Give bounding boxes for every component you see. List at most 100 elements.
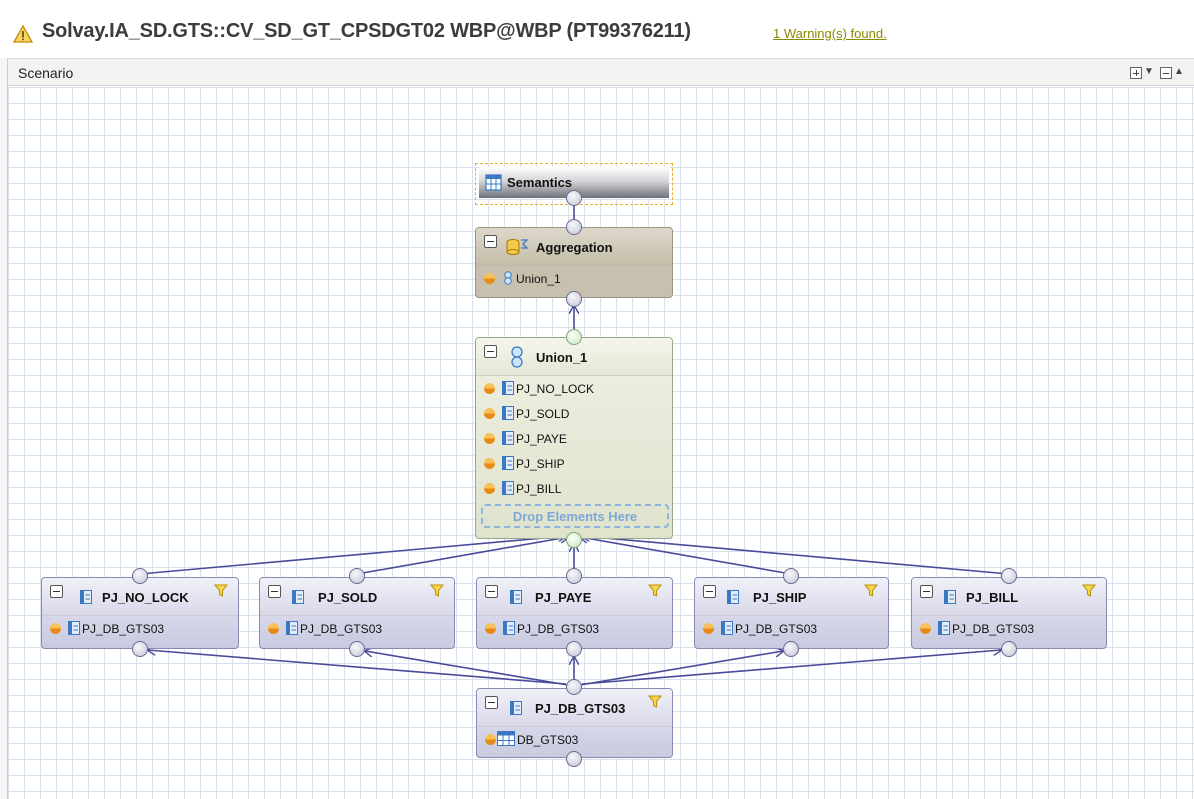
union-output-port[interactable]: [566, 329, 582, 345]
input-state-icon: [920, 623, 931, 634]
projection-title: PJ_SOLD: [318, 590, 378, 605]
filter-icon: [648, 584, 662, 597]
collapse-toggle[interactable]: [268, 585, 281, 598]
union-input-row[interactable]: PJ_SHIP: [476, 451, 672, 476]
aggregation-input-port[interactable]: [566, 291, 582, 307]
filter-icon: [430, 584, 444, 597]
warning-triangle-icon: [13, 25, 33, 43]
collapse-toggle[interactable]: [485, 585, 498, 598]
warnings-link[interactable]: 1 Warning(s) found.: [773, 26, 887, 41]
projection-title: PJ_BILL: [966, 590, 1019, 605]
expand-arrow-icon: ▼: [1144, 66, 1154, 77]
union-input-port[interactable]: [566, 532, 582, 548]
projection-icon: [502, 431, 514, 445]
union-node[interactable]: Union_1 PJ_NO_LOCK PJ_SOLD PJ_PAYE PJ_SH…: [475, 337, 673, 539]
collapse-toggle[interactable]: [920, 585, 933, 598]
projection-icon: [510, 590, 522, 604]
input-state-icon: [484, 383, 495, 394]
drop-elements-zone[interactable]: Drop Elements Here: [481, 504, 669, 528]
input-label: DB_GTS03: [517, 733, 579, 747]
aggregation-node[interactable]: Aggregation Union_1: [475, 227, 673, 298]
pj-bill-output-port[interactable]: [1001, 568, 1017, 584]
pj-ship-input-port[interactable]: [783, 641, 799, 657]
projection-icon: [502, 381, 514, 395]
union-input-row[interactable]: PJ_SOLD: [476, 401, 672, 426]
projection-node-pj-no-lock[interactable]: PJ_NO_LOCK PJ_DB_GTS03: [41, 577, 239, 649]
union-title: Union_1: [536, 350, 588, 365]
projection-input-row[interactable]: DB_GTS03: [477, 727, 672, 752]
projection-title: PJ_NO_LOCK: [102, 590, 189, 605]
projection-icon: [510, 701, 522, 715]
projection-icon: [502, 481, 514, 495]
projection-node-pj-ship[interactable]: PJ_SHIP PJ_DB_GTS03: [694, 577, 889, 649]
input-label: PJ_DB_GTS03: [300, 622, 383, 636]
union-input-row[interactable]: PJ_NO_LOCK: [476, 376, 672, 401]
collapse-all-icon[interactable]: [1160, 67, 1172, 79]
projection-title: PJ_SHIP: [753, 590, 807, 605]
pj-no-lock-input-port[interactable]: [132, 641, 148, 657]
left-edge: [0, 58, 8, 799]
projection-input-row[interactable]: PJ_DB_GTS03: [912, 616, 1106, 641]
pj-ship-output-port[interactable]: [783, 568, 799, 584]
projection-input-row[interactable]: PJ_DB_GTS03: [695, 616, 888, 641]
input-state-icon: [485, 734, 496, 745]
aggregation-icon: [506, 239, 528, 255]
projection-icon: [80, 590, 92, 604]
editor-title-bar: Solvay.IA_SD.GTS::CV_SD_GT_CPSDGT02 WBP@…: [0, 0, 1194, 58]
pj-sold-output-port[interactable]: [349, 568, 365, 584]
semantics-input-port[interactable]: [566, 190, 582, 206]
pj-sold-input-port[interactable]: [349, 641, 365, 657]
aggregation-input-row[interactable]: Union_1: [476, 266, 672, 291]
projection-node-pj-bill[interactable]: PJ_BILL PJ_DB_GTS03: [911, 577, 1107, 649]
projection-icon: [68, 621, 80, 635]
collapse-toggle[interactable]: [50, 585, 63, 598]
pj-paye-output-port[interactable]: [566, 568, 582, 584]
pj-db-gts03-input-port[interactable]: [566, 751, 582, 767]
input-state-icon: [484, 458, 495, 469]
projection-title: PJ_DB_GTS03: [535, 701, 626, 716]
collapse-toggle[interactable]: [484, 345, 497, 358]
input-state-icon: [484, 408, 495, 419]
union-icon: [504, 271, 512, 285]
table-icon: [497, 731, 515, 746]
projection-icon: [503, 621, 515, 635]
expand-all-icon[interactable]: [1130, 67, 1142, 79]
collapse-toggle[interactable]: [703, 585, 716, 598]
aggregation-output-port[interactable]: [566, 219, 582, 235]
scenario-label: Scenario: [18, 65, 74, 81]
input-state-icon: [268, 623, 279, 634]
union-icon: [511, 346, 523, 368]
projection-icon: [286, 621, 298, 635]
collapse-toggle[interactable]: [485, 696, 498, 709]
pj-db-gts03-output-port[interactable]: [566, 679, 582, 695]
projection-title: PJ_PAYE: [535, 590, 592, 605]
union-input-row[interactable]: PJ_PAYE: [476, 426, 672, 451]
collapse-toggle[interactable]: [484, 235, 497, 248]
projection-input-row[interactable]: PJ_DB_GTS03: [42, 616, 238, 641]
projection-icon: [727, 590, 739, 604]
projection-node-pj-sold[interactable]: PJ_SOLD PJ_DB_GTS03: [259, 577, 455, 649]
input-label: Union_1: [516, 272, 561, 286]
pj-bill-input-port[interactable]: [1001, 641, 1017, 657]
projection-input-row[interactable]: PJ_DB_GTS03: [477, 616, 672, 641]
projection-icon: [502, 406, 514, 420]
pj-paye-input-port[interactable]: [566, 641, 582, 657]
projection-icon: [721, 621, 733, 635]
input-state-icon: [484, 433, 495, 444]
semantics-icon: [485, 174, 502, 191]
input-label: PJ_SOLD: [516, 407, 570, 421]
filter-icon: [214, 584, 228, 597]
projection-node-pj-db-gts03[interactable]: PJ_DB_GTS03 DB_GTS03: [476, 688, 673, 758]
filter-icon: [1082, 584, 1096, 597]
scenario-toolbar: Scenario ▼ ▲: [8, 58, 1194, 86]
projection-input-row[interactable]: PJ_DB_GTS03: [260, 616, 454, 641]
input-label: PJ_DB_GTS03: [517, 622, 600, 636]
filter-icon: [648, 695, 662, 708]
union-input-row[interactable]: PJ_BILL: [476, 476, 672, 501]
projection-node-pj-paye[interactable]: PJ_PAYE PJ_DB_GTS03: [476, 577, 673, 649]
aggregation-title: Aggregation: [536, 240, 613, 255]
pj-no-lock-output-port[interactable]: [132, 568, 148, 584]
collapse-arrow-icon: ▲: [1174, 66, 1184, 77]
input-label: PJ_SHIP: [516, 457, 565, 471]
input-state-icon: [484, 273, 495, 284]
